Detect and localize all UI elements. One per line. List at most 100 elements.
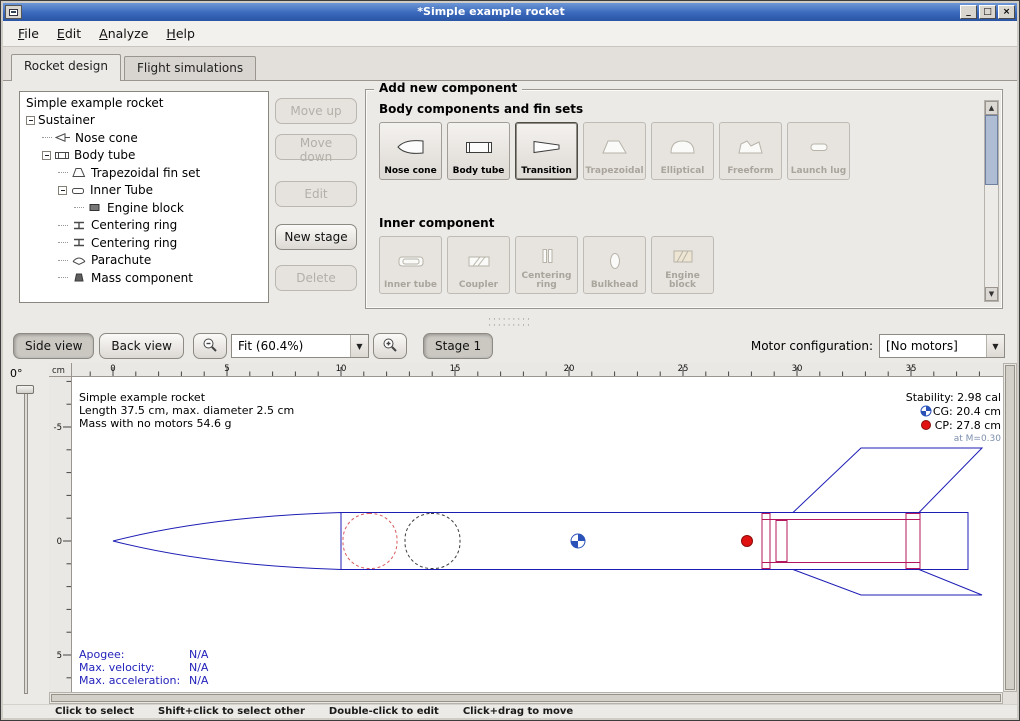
component-button-transition[interactable]: Transition: [515, 122, 578, 180]
collapse-icon[interactable]: [42, 151, 51, 160]
elliptical-fin-icon: [668, 126, 698, 167]
main-tabs: Rocket design Flight simulations: [3, 47, 1017, 81]
component-button-engine-block[interactable]: Engine block: [651, 236, 714, 294]
component-button-freeform-fin[interactable]: Freeform: [719, 122, 782, 180]
menubar: File Edit Analyze Help: [3, 21, 1017, 47]
mass-component-icon: [71, 272, 87, 283]
component-button-inner-tube[interactable]: Inner tube: [379, 236, 442, 294]
tree-item-mass-component[interactable]: Mass component: [22, 269, 268, 287]
vertical-scrollbar[interactable]: [1003, 363, 1017, 692]
component-button-coupler[interactable]: Coupler: [447, 236, 510, 294]
menu-analyze[interactable]: Analyze: [90, 23, 157, 44]
collapse-icon[interactable]: [26, 116, 35, 125]
palette-scrollbar[interactable]: ▲ ▼: [984, 100, 999, 302]
window-menu-button[interactable]: [5, 5, 22, 19]
svg-text:Max. acceleration:: Max. acceleration:: [79, 674, 180, 687]
rotation-slider-thumb[interactable]: [16, 385, 34, 394]
new-stage-button[interactable]: New stage: [275, 224, 357, 250]
svg-text:30: 30: [792, 364, 803, 374]
svg-text:Simple example rocket: Simple example rocket: [79, 391, 206, 404]
tree-item-inner-tube[interactable]: Inner Tube: [22, 182, 268, 200]
tree-item-parachute[interactable]: Parachute: [22, 252, 268, 270]
diagram-svg[interactable]: cm 0 5 10 15 20 25 30 35 -5 0: [49, 363, 1003, 692]
scrollbar-thumb[interactable]: [1005, 365, 1015, 690]
tree-item-centering-ring-2[interactable]: Centering ring: [22, 234, 268, 252]
trapezoidal-fin-icon: [600, 126, 630, 167]
svg-text:at M=0.30: at M=0.30: [954, 434, 1002, 444]
tab-rocket-design[interactable]: Rocket design: [11, 54, 121, 81]
svg-text:20: 20: [564, 364, 575, 374]
scroll-up-icon[interactable]: ▲: [985, 101, 998, 115]
tree-item-body-tube[interactable]: Body tube: [22, 147, 268, 165]
centering-ring-icon: [71, 220, 87, 231]
svg-text:Apogee:: Apogee:: [79, 648, 124, 661]
edit-button[interactable]: Edit: [275, 181, 357, 207]
tree-item-nose-cone[interactable]: Nose cone: [22, 129, 268, 147]
menu-edit[interactable]: Edit: [48, 23, 90, 44]
zoom-select[interactable]: Fit (60.4%) ▼: [231, 334, 369, 358]
delete-button[interactable]: Delete: [275, 265, 357, 291]
tree-item-simple-example-rocket[interactable]: Simple example rocket: [22, 94, 268, 112]
rocket-canvas[interactable]: cm 0 5 10 15 20 25 30 35 -5 0: [49, 363, 1003, 692]
motor-configuration-select[interactable]: [No motors] ▼: [879, 334, 1005, 358]
cg-marker: [571, 534, 585, 548]
tree-item-centering-ring-1[interactable]: Centering ring: [22, 217, 268, 235]
rotation-value: 0°: [10, 367, 23, 380]
chevron-down-icon[interactable]: ▼: [350, 335, 368, 357]
collapse-icon[interactable]: [58, 186, 67, 195]
svg-text:-5: -5: [54, 423, 62, 433]
horizontal-scrollbar[interactable]: [49, 692, 1003, 704]
component-button-nose-cone[interactable]: Nose cone: [379, 122, 442, 180]
stage-1-toggle[interactable]: Stage 1: [423, 333, 493, 359]
component-button-trapezoidal-fin[interactable]: Trapezoidal: [583, 122, 646, 180]
zoom-out-icon: [202, 337, 218, 356]
splitter-handle[interactable]: ··················: [3, 317, 1017, 329]
svg-text:5: 5: [224, 364, 229, 374]
zoom-out-button[interactable]: [193, 333, 227, 359]
hint-shift-click: Shift+click to select other: [158, 706, 305, 717]
design-top-section: Simple example rocket Sustainer Nose con…: [3, 81, 1017, 317]
coupler-icon: [464, 240, 494, 281]
back-view-button[interactable]: Back view: [99, 333, 184, 359]
svg-text:CP: 27.8 cm: CP: 27.8 cm: [935, 419, 1001, 432]
move-down-button[interactable]: Move down: [275, 134, 357, 160]
chevron-down-icon[interactable]: ▼: [986, 335, 1004, 357]
maximize-button[interactable]: □: [979, 5, 996, 19]
window-title: *Simple example rocket: [22, 3, 960, 21]
inner-components-row: Inner tube Coupler Centering ring Bulkhe…: [379, 236, 714, 294]
tree-item-sustainer[interactable]: Sustainer: [22, 112, 268, 130]
zoom-in-icon: [382, 337, 398, 356]
minimize-button[interactable]: _: [960, 5, 977, 19]
component-button-bulkhead[interactable]: Bulkhead: [583, 236, 646, 294]
tab-flight-simulations[interactable]: Flight simulations: [124, 56, 256, 80]
component-button-launch-lug[interactable]: Launch lug: [787, 122, 850, 180]
component-button-centering-ring[interactable]: Centering ring: [515, 236, 578, 294]
cp-legend-icon: [922, 421, 931, 430]
menu-file[interactable]: File: [9, 23, 48, 44]
menu-help[interactable]: Help: [157, 23, 204, 44]
scrollbar-thumb[interactable]: [51, 694, 1001, 702]
titlebar: *Simple example rocket _ □ ×: [3, 3, 1017, 21]
tree-actions: Move up Move down Edit New stage Delete: [275, 93, 359, 291]
zoom-in-button[interactable]: [373, 333, 407, 359]
inner-component-group-label: Inner component: [379, 216, 494, 230]
svg-text:Mass with no motors 54.6 g: Mass with no motors 54.6 g: [79, 417, 231, 430]
svg-text:CG: 20.4 cm: CG: 20.4 cm: [933, 405, 1001, 418]
scrollbar-thumb[interactable]: [985, 115, 998, 185]
move-up-button[interactable]: Move up: [275, 98, 357, 124]
tree-item-trapezoidal-fin-set[interactable]: Trapezoidal fin set: [22, 164, 268, 182]
side-view-button[interactable]: Side view: [13, 333, 94, 359]
engine-block-icon: [87, 202, 103, 213]
body-tube-icon: [54, 150, 70, 161]
component-button-body-tube[interactable]: Body tube: [447, 122, 510, 180]
scroll-down-icon[interactable]: ▼: [985, 287, 998, 301]
tree-item-engine-block[interactable]: Engine block: [22, 199, 268, 217]
close-button[interactable]: ×: [998, 5, 1015, 19]
svg-text:35: 35: [906, 364, 917, 374]
svg-text:Max. velocity:: Max. velocity:: [79, 661, 155, 674]
component-button-elliptical-fin[interactable]: Elliptical: [651, 122, 714, 180]
nose-cone-icon: [55, 132, 71, 143]
inner-tube-icon: [70, 185, 86, 196]
svg-text:N/A: N/A: [189, 661, 209, 674]
rotation-slider[interactable]: [24, 389, 28, 694]
